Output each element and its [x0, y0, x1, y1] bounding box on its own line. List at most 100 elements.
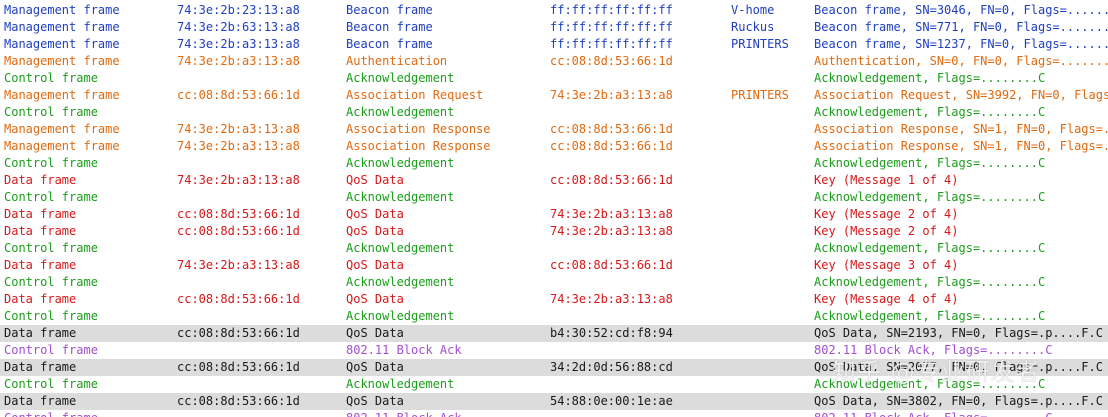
frame-type-cell: Management frame [4, 54, 120, 68]
frame-type-cell: Management frame [4, 139, 120, 153]
packet-row[interactable]: Control frame Acknowledgement Acknowledgem… [0, 155, 1108, 172]
ssid-cell [731, 342, 811, 359]
packet-row[interactable]: Control frame Acknowledgement Acknowledgem… [0, 240, 1108, 257]
source-address-cell [177, 410, 342, 417]
packet-row[interactable]: Control frame Acknowledgement Acknowledgem… [0, 104, 1108, 121]
destination-address-cell: ff:ff:ff:ff:ff:ff [550, 3, 673, 17]
source-address-cell: cc:08:8d:53:66:1d [177, 326, 300, 340]
source-address-cell [177, 189, 342, 206]
source-address-cell [177, 240, 342, 257]
packet-row[interactable]: Data frame cc:08:8d:53:66:1d QoS Data 74:3e… [0, 206, 1108, 223]
info-cell: Acknowledgement, Flags=........C [814, 190, 1046, 204]
packet-row[interactable]: Management frame 74:3e:2b:63:13:a8 Beacon … [0, 19, 1108, 36]
packet-row[interactable]: Control frame Acknowledgement Acknowledgem… [0, 189, 1108, 206]
destination-address-cell [550, 274, 726, 291]
ssid-cell [731, 121, 811, 138]
packet-row[interactable]: Data frame 74:3e:2b:a3:13:a8 QoS Data cc:08… [0, 257, 1108, 274]
source-address-cell: cc:08:8d:53:66:1d [177, 88, 300, 102]
packet-row[interactable]: Management frame 74:3e:2b:a3:13:a8 Beacon … [0, 36, 1108, 53]
ssid-cell [731, 325, 811, 342]
source-address-cell [177, 104, 342, 121]
frame-subtype-cell: Association Response [346, 139, 491, 153]
frame-subtype-cell: QoS Data [346, 394, 404, 408]
info-cell: Acknowledgement, Flags=........C [814, 275, 1046, 289]
destination-address-cell: ff:ff:ff:ff:ff:ff [550, 20, 673, 34]
destination-address-cell [550, 104, 726, 121]
frame-subtype-cell: Acknowledgement [346, 71, 455, 85]
info-cell: Acknowledgement, Flags=........C [814, 377, 1046, 391]
frame-subtype-cell: Acknowledgement [346, 241, 455, 255]
packet-row[interactable]: Control frame Acknowledgement Acknowledgem… [0, 70, 1108, 87]
destination-address-cell [550, 376, 726, 393]
frame-subtype-cell: QoS Data [346, 207, 404, 221]
frame-subtype-cell: Acknowledgement [346, 105, 455, 119]
source-address-cell: cc:08:8d:53:66:1d [177, 292, 300, 306]
ssid-cell [731, 240, 811, 257]
source-address-cell: 74:3e:2b:a3:13:a8 [177, 54, 300, 68]
packet-row[interactable]: Management frame 74:3e:2b:a3:13:a8 Associa… [0, 138, 1108, 155]
destination-address-cell: ff:ff:ff:ff:ff:ff [550, 37, 673, 51]
packet-row[interactable]: Control frame Acknowledgement Acknowledgem… [0, 274, 1108, 291]
destination-address-cell: 74:3e:2b:a3:13:a8 [550, 224, 673, 238]
packet-row[interactable]: Control frame Acknowledgement Acknowledgem… [0, 376, 1108, 393]
destination-address-cell: 74:3e:2b:a3:13:a8 [550, 292, 673, 306]
destination-address-cell: cc:08:8d:53:66:1d [550, 139, 673, 153]
destination-address-cell [550, 155, 726, 172]
destination-address-cell [550, 70, 726, 87]
info-cell: Key (Message 3 of 4) [814, 258, 959, 272]
frame-type-cell: Control frame [4, 343, 98, 357]
packet-row[interactable]: Management frame cc:08:8d:53:66:1d Associa… [0, 87, 1108, 104]
frame-type-cell: Control frame [4, 71, 98, 85]
packet-row[interactable]: Control frame Acknowledgement Acknowledgem… [0, 308, 1108, 325]
packet-row[interactable]: Data frame cc:08:8d:53:66:1d QoS Data 54:88… [0, 393, 1108, 410]
frame-type-cell: Management frame [4, 122, 120, 136]
frame-type-cell: Control frame [4, 156, 98, 170]
ssid-cell [731, 257, 811, 274]
frame-subtype-cell: Association Response [346, 122, 491, 136]
frame-subtype-cell: Beacon frame [346, 3, 433, 17]
packet-row[interactable]: Data frame cc:08:8d:53:66:1d QoS Data 74:3e… [0, 223, 1108, 240]
info-cell: Key (Message 2 of 4) [814, 207, 959, 221]
packet-row[interactable]: Control frame 802.11 Block Ack 802.11 Bloc… [0, 410, 1108, 417]
packet-row[interactable]: Control frame 802.11 Block Ack 802.11 Bloc… [0, 342, 1108, 359]
source-address-cell: 74:3e:2b:23:13:a8 [177, 3, 300, 17]
frame-type-cell: Data frame [4, 394, 77, 408]
frame-subtype-cell: QoS Data [346, 360, 404, 374]
frame-type-cell: Management frame [4, 20, 120, 34]
packet-list[interactable]: Management frame 74:3e:2b:23:13:a8 Beacon … [0, 0, 1108, 417]
ssid-cell: Ruckus [731, 20, 775, 34]
info-cell: Acknowledgement, Flags=........C [814, 71, 1046, 85]
info-cell: Acknowledgement, Flags=........C [814, 241, 1046, 255]
packet-row[interactable]: Data frame cc:08:8d:53:66:1d QoS Data b4:30… [0, 325, 1108, 342]
packet-row[interactable]: Management frame 74:3e:2b:a3:13:a8 Associa… [0, 121, 1108, 138]
frame-subtype-cell: Beacon frame [346, 37, 433, 51]
frame-type-cell: Control frame [4, 377, 98, 391]
ssid-cell [731, 189, 811, 206]
frame-type-cell: Data frame [4, 224, 77, 238]
frame-subtype-cell: QoS Data [346, 224, 404, 238]
packet-row[interactable]: Management frame 74:3e:2b:a3:13:a8 Authent… [0, 53, 1108, 70]
ssid-cell [731, 410, 811, 417]
packet-row[interactable]: Data frame cc:08:8d:53:66:1d QoS Data 34:2d… [0, 359, 1108, 376]
destination-address-cell [550, 189, 726, 206]
frame-type-cell: Control frame [4, 190, 98, 204]
destination-address-cell: 74:3e:2b:a3:13:a8 [550, 88, 673, 102]
frame-type-cell: Data frame [4, 292, 77, 306]
frame-type-cell: Control frame [4, 105, 98, 119]
destination-address-cell [550, 240, 726, 257]
info-cell: Acknowledgement, Flags=........C [814, 309, 1046, 323]
destination-address-cell [550, 342, 726, 359]
info-cell: Acknowledgement, Flags=........C [814, 156, 1046, 170]
info-cell: Association Request, SN=3992, FN=0, Flag… [814, 88, 1108, 102]
packet-row[interactable]: Data frame 74:3e:2b:a3:13:a8 QoS Data cc:08… [0, 172, 1108, 189]
packet-row[interactable]: Data frame cc:08:8d:53:66:1d QoS Data 74:3e… [0, 291, 1108, 308]
destination-address-cell: 74:3e:2b:a3:13:a8 [550, 207, 673, 221]
source-address-cell [177, 342, 342, 359]
source-address-cell: cc:08:8d:53:66:1d [177, 360, 300, 374]
info-cell: Acknowledgement, Flags=........C [814, 105, 1046, 119]
source-address-cell: 74:3e:2b:a3:13:a8 [177, 139, 300, 153]
packet-row[interactable]: Management frame 74:3e:2b:23:13:a8 Beacon … [0, 2, 1108, 19]
frame-subtype-cell: QoS Data [346, 173, 404, 187]
frame-subtype-cell: Acknowledgement [346, 377, 455, 391]
frame-subtype-cell: QoS Data [346, 258, 404, 272]
